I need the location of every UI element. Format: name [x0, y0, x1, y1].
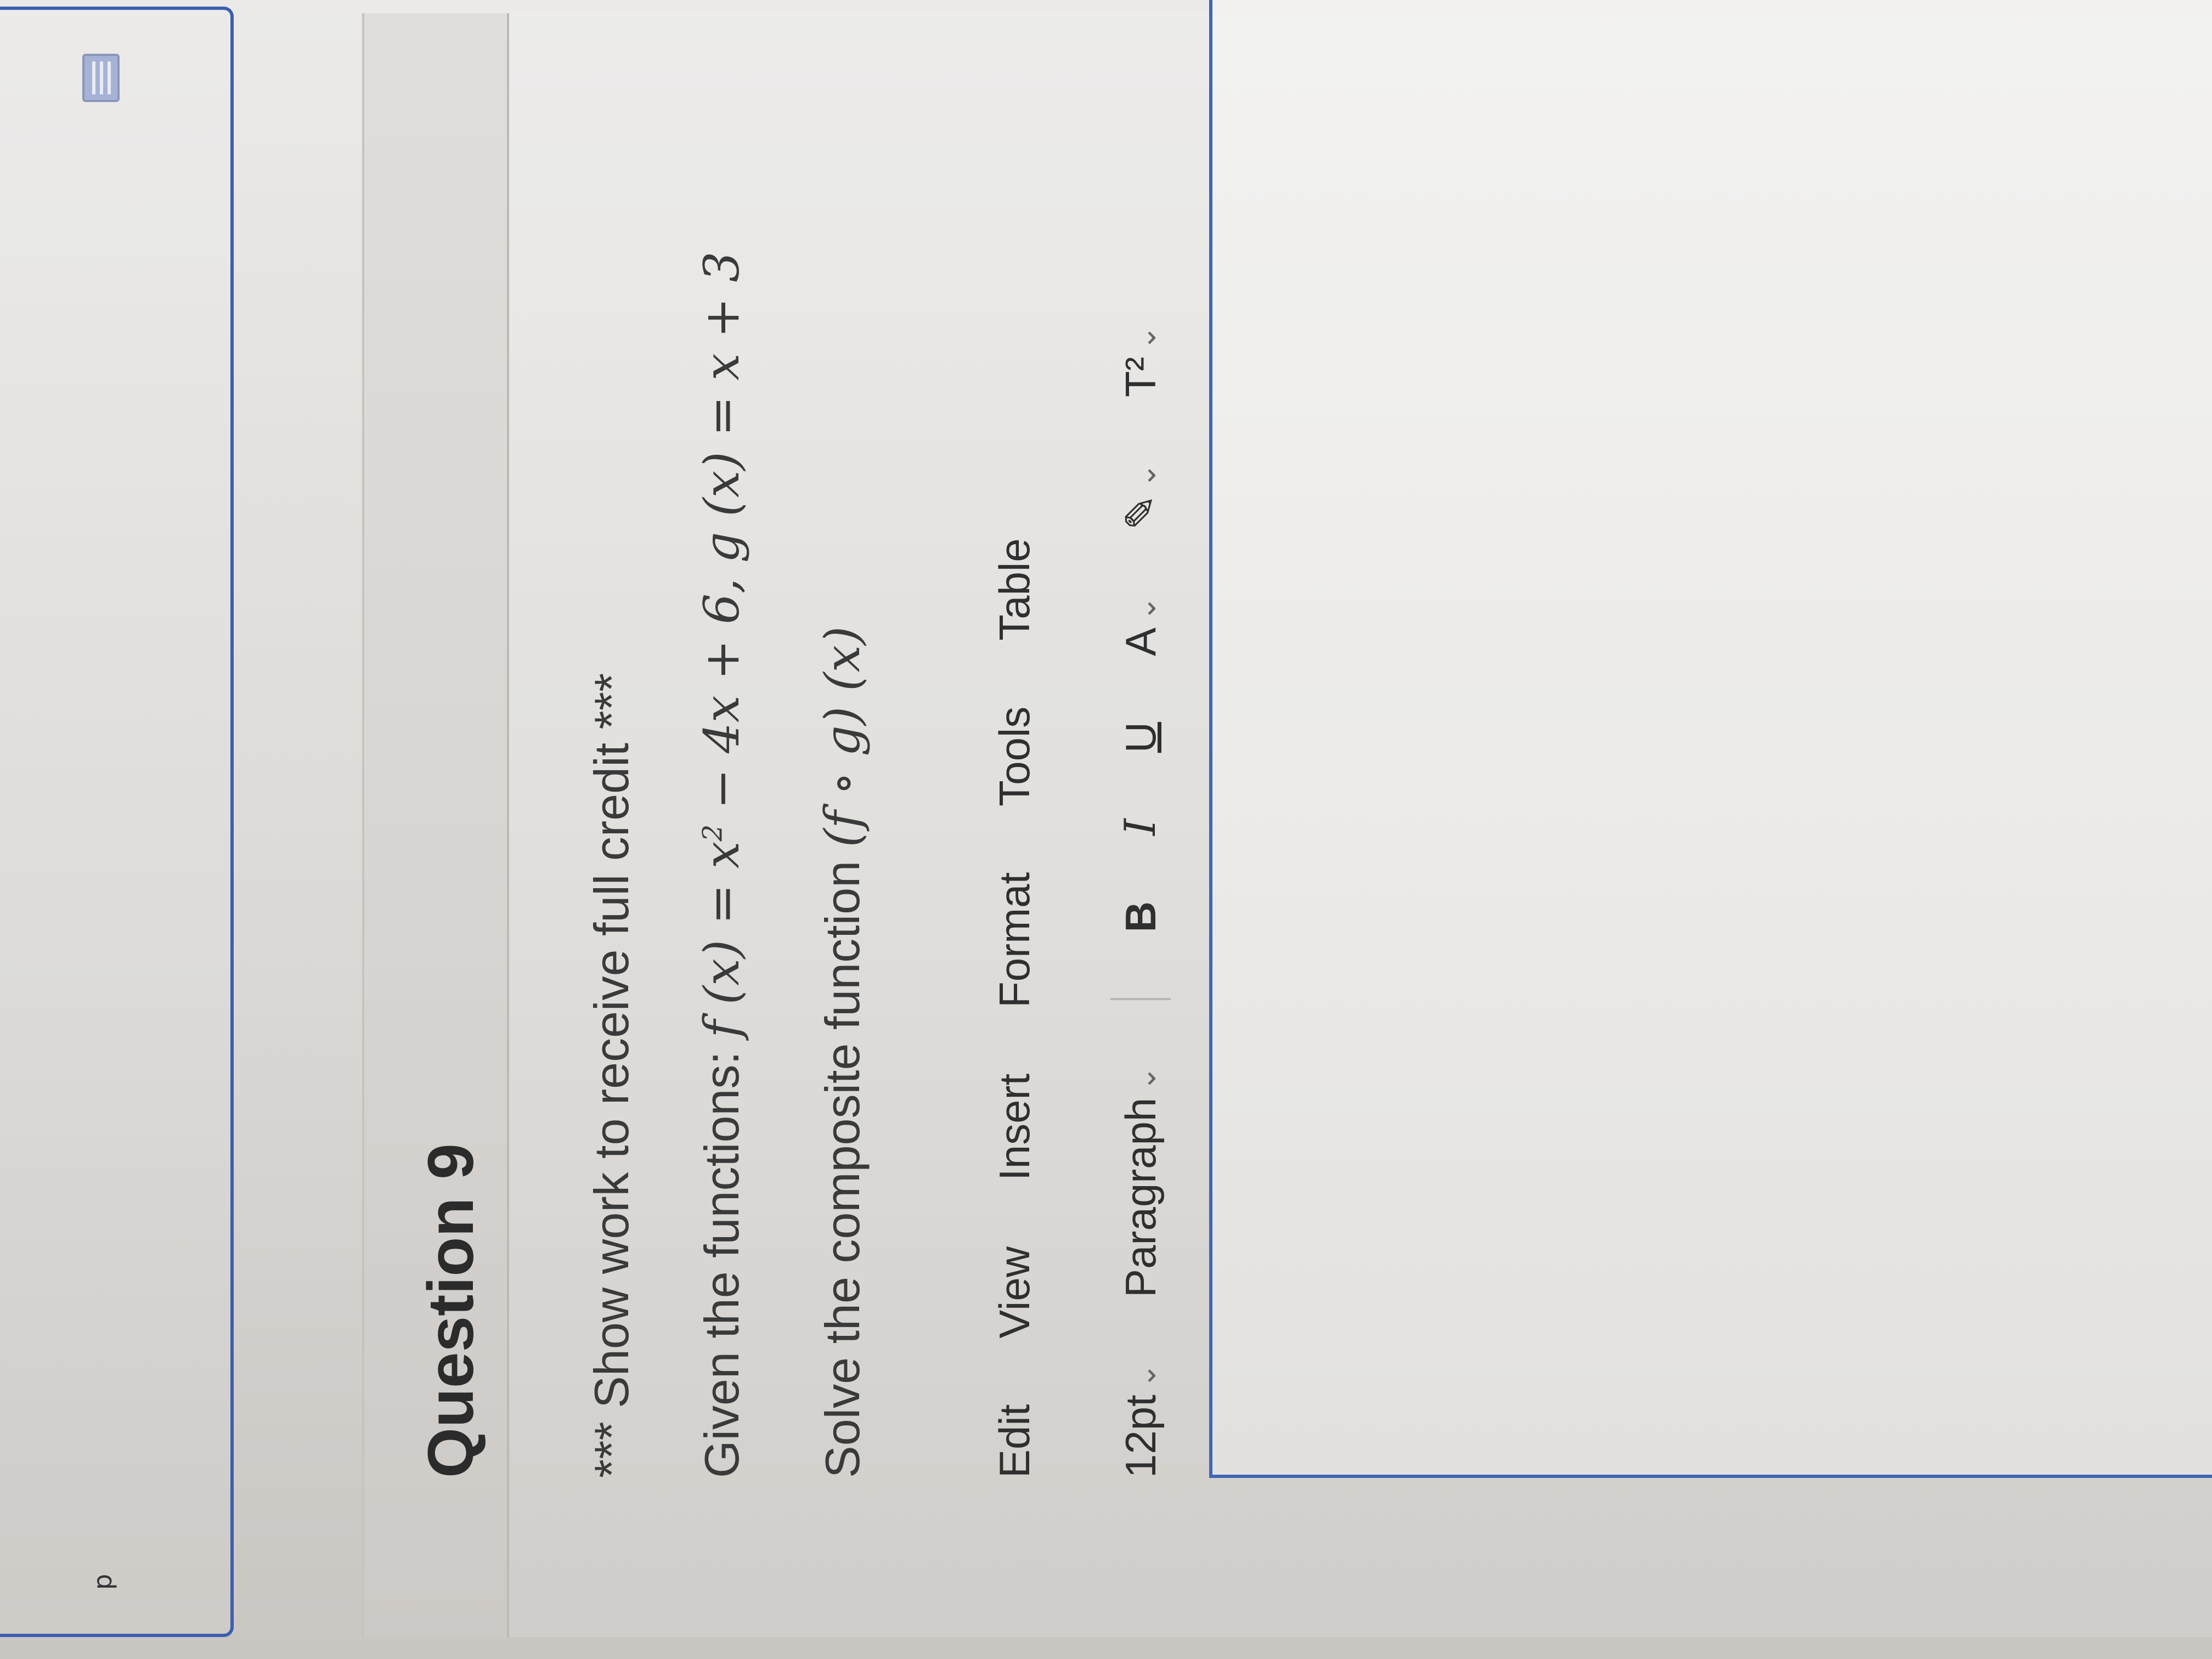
given-f-exponent: 2: [697, 824, 729, 842]
toolbar-divider: [1110, 998, 1171, 1001]
question-card: Question 9 *** Show work to receive full…: [362, 0, 2212, 1637]
solve-instruction: Solve the composite function (f ∘ g) (x): [814, 627, 871, 1478]
font-size-value: 12pt: [1116, 1395, 1165, 1478]
chevron-down-icon: ⌄: [1128, 596, 1162, 621]
editor-toolbar: 12pt⌄ Paragraph⌄ B I U A⌄ ✎⌄ T²⌄: [1110, 325, 1171, 1478]
answer-editor-area[interactable]: [1209, 0, 2212, 1478]
menu-insert[interactable]: Insert: [990, 1074, 1040, 1181]
menu-edit[interactable]: Edit: [990, 1404, 1040, 1478]
text-color-button[interactable]: A⌄: [1116, 596, 1166, 656]
block-format-dropdown[interactable]: Paragraph ⌄: [1116, 1066, 1166, 1297]
block-format-value: Paragraph: [1116, 1097, 1165, 1297]
page: p Question 9 *** Show work to receive fu…: [0, 0, 2212, 1659]
editor-menubar: Edit View Insert Format Tools Table: [990, 538, 1040, 1478]
chevron-down-icon: ⌄: [1128, 1363, 1162, 1389]
chevron-down-icon: ⌄: [1128, 325, 1162, 351]
font-size-dropdown[interactable]: 12pt ⌄: [1116, 1363, 1166, 1478]
previous-question-card: p: [0, 7, 234, 1637]
question-header: Question 9: [364, 13, 509, 1637]
given-prefix: Given the functions:: [695, 1037, 749, 1478]
solve-expression: (f ∘ g) (x): [814, 626, 871, 848]
superscript-button[interactable]: T² ⌄: [1116, 325, 1166, 397]
highlight-color-button[interactable]: ✎⌄: [1116, 463, 1166, 531]
menu-tools[interactable]: Tools: [990, 707, 1040, 806]
text-color-icon: A: [1116, 627, 1165, 656]
underline-button[interactable]: U: [1116, 722, 1166, 753]
menu-view[interactable]: View: [990, 1246, 1040, 1339]
instruction-note: *** Show work to receive full credit ***: [584, 673, 639, 1478]
superscript-icon: T²: [1116, 357, 1165, 398]
highlighter-icon: ✎: [1116, 494, 1165, 531]
given-functions: Given the functions: f (x) = x2 − 4x + 6…: [693, 251, 750, 1478]
given-f-expression: f (x) = x: [693, 841, 750, 1038]
menu-table[interactable]: Table: [990, 538, 1040, 640]
chevron-down-icon: ⌄: [1128, 1066, 1162, 1091]
previous-question-text: p: [88, 1573, 117, 1590]
given-rest-expression: − 4x + 6, g (x) = x + 3: [693, 251, 750, 825]
italic-button[interactable]: I: [1116, 819, 1165, 836]
question-title: Question 9: [415, 1143, 487, 1478]
chevron-down-icon: ⌄: [1128, 463, 1162, 488]
keyboard-icon[interactable]: [82, 54, 120, 102]
solve-prefix: Solve the composite function: [815, 847, 870, 1478]
menu-format[interactable]: Format: [990, 872, 1040, 1008]
bold-button[interactable]: B: [1116, 901, 1166, 932]
